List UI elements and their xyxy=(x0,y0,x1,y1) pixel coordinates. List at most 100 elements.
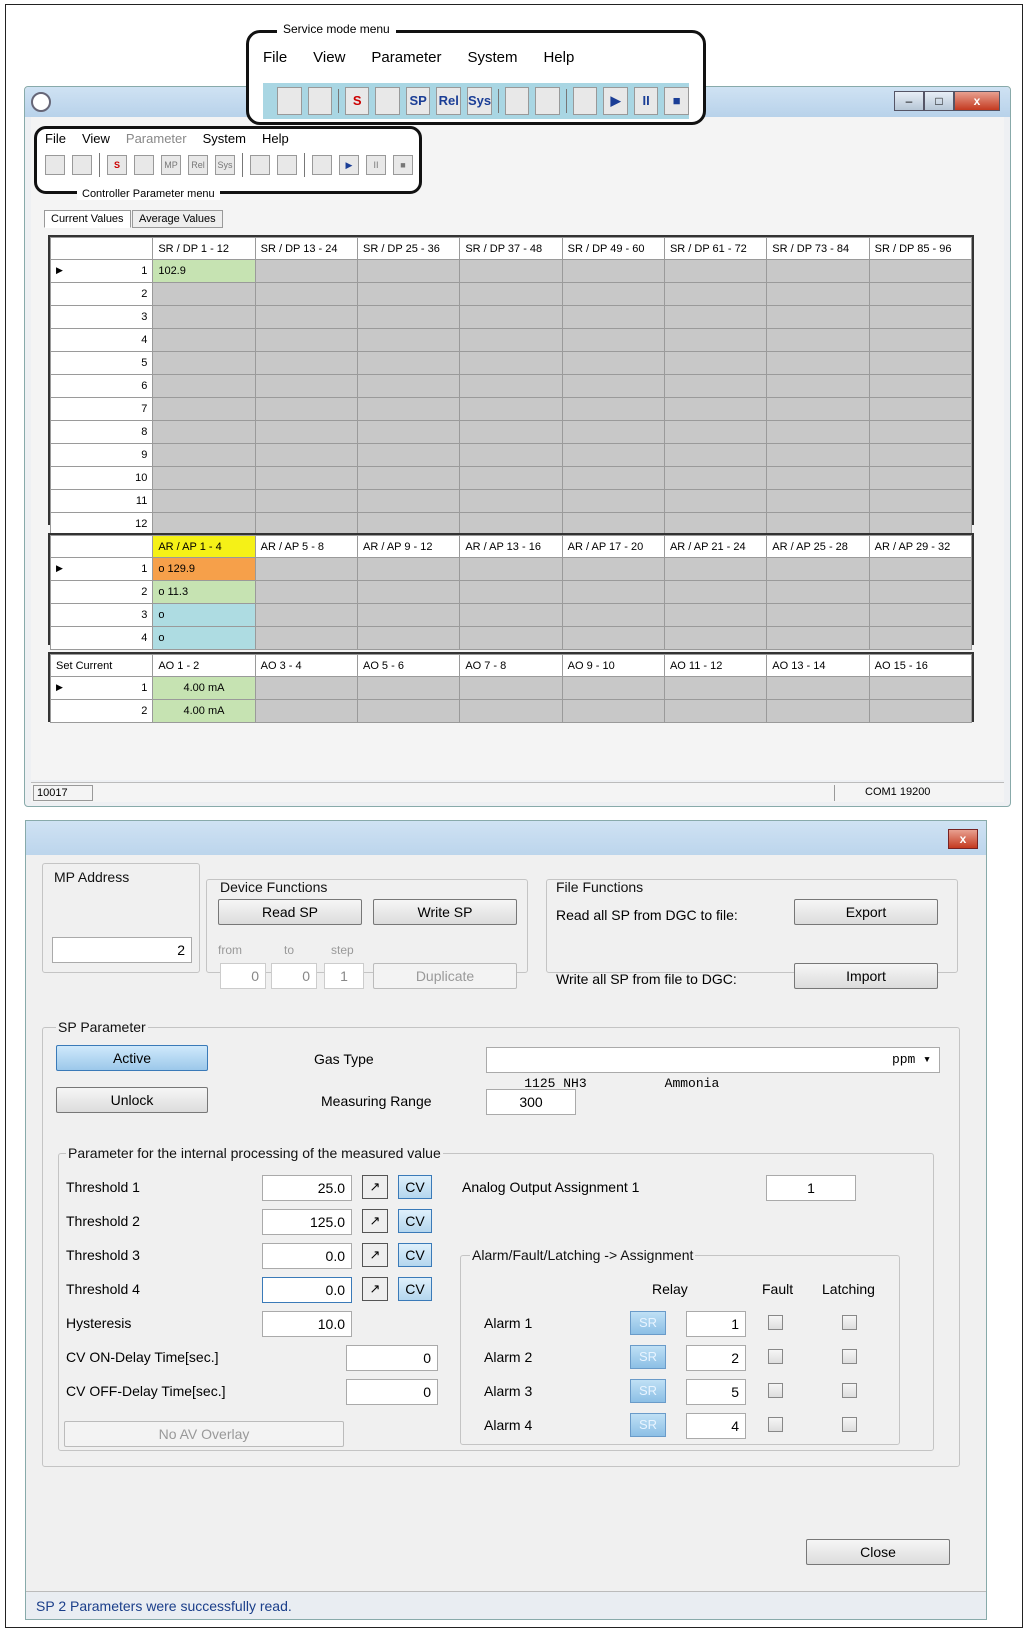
column-header[interactable]: SR / DP 37 - 48 xyxy=(459,237,563,260)
threshold-1-input[interactable]: 25.0 xyxy=(262,1175,352,1201)
column-header[interactable]: AO 11 - 12 xyxy=(663,654,768,677)
cv-button-4[interactable]: CV xyxy=(398,1277,432,1301)
connect-icon[interactable] xyxy=(277,87,302,115)
network-icon[interactable] xyxy=(134,155,154,175)
network-icon[interactable] xyxy=(375,87,400,115)
read-sp-button[interactable]: Read SP xyxy=(218,899,362,925)
menu-parameter[interactable]: Parameter xyxy=(126,131,187,146)
column-header[interactable]: AR / AP 1 - 4 xyxy=(152,535,256,558)
table-cell[interactable] xyxy=(663,259,768,283)
column-header[interactable]: AO 9 - 10 xyxy=(561,654,665,677)
arrow-icon[interactable]: ↗ xyxy=(362,1175,388,1199)
chart-icon[interactable] xyxy=(277,155,297,175)
column-header[interactable]: AO 13 - 14 xyxy=(766,654,870,677)
table-cell[interactable]: o 129.9 xyxy=(152,557,256,581)
table-cell[interactable]: 4.00 mA xyxy=(152,676,256,700)
no-av-overlay-button[interactable]: No AV Overlay xyxy=(64,1421,344,1447)
column-header[interactable]: AR / AP 17 - 20 xyxy=(561,535,665,558)
table-cell[interactable] xyxy=(561,259,665,283)
gear-icon[interactable] xyxy=(504,87,530,115)
sp-icon[interactable]: SP xyxy=(405,87,431,115)
column-header[interactable]: AR / AP 29 - 32 xyxy=(868,535,973,558)
play-icon[interactable]: ▶ xyxy=(339,155,359,175)
column-header[interactable]: SR / DP 49 - 60 xyxy=(561,237,665,260)
table-cell[interactable]: 102.9 xyxy=(152,259,256,283)
gas-type-select[interactable]: 1125 NH3 Ammonia ppm ▾ xyxy=(486,1047,940,1091)
close-button[interactable]: Close xyxy=(806,1539,950,1565)
table-cell[interactable]: o 11.3 xyxy=(152,580,256,604)
pause-icon[interactable]: II xyxy=(633,87,659,115)
table-cell[interactable] xyxy=(254,259,358,283)
column-header[interactable]: SR / DP 25 - 36 xyxy=(356,237,461,260)
column-header[interactable]: SR / DP 73 - 84 xyxy=(766,237,870,260)
mp-address-input[interactable]: 2 xyxy=(52,937,192,963)
column-header[interactable]: AO 1 - 2 xyxy=(152,654,256,677)
analog-output-input[interactable]: 1 xyxy=(766,1175,856,1201)
sr-button-4[interactable]: SR xyxy=(630,1413,666,1437)
table-cell[interactable]: 4.00 mA xyxy=(152,699,256,723)
pause-icon[interactable]: II xyxy=(366,155,386,175)
column-header[interactable]: SR / DP 1 - 12 xyxy=(152,237,256,260)
menu-view[interactable]: View xyxy=(82,131,110,146)
from-input[interactable]: 0 xyxy=(220,963,266,989)
measuring-range-input[interactable]: 300 xyxy=(486,1089,576,1115)
cv-off-delay-input[interactable]: 0 xyxy=(346,1379,438,1405)
sys-icon[interactable]: Sys xyxy=(215,155,235,175)
tab-current-values[interactable]: Current Values xyxy=(44,210,131,228)
table-cell[interactable]: o xyxy=(152,626,256,650)
menu-help[interactable]: Help xyxy=(262,131,289,146)
arrow-icon[interactable]: ↗ xyxy=(362,1243,388,1267)
close-button[interactable]: x xyxy=(954,91,1000,111)
mp-icon[interactable]: MP xyxy=(161,155,181,175)
latching-1-checkbox[interactable] xyxy=(842,1315,857,1330)
sr-button-1[interactable]: SR xyxy=(630,1311,666,1335)
column-header[interactable]: AO 7 - 8 xyxy=(459,654,563,677)
rel-icon[interactable]: Rel xyxy=(436,87,461,115)
close-icon[interactable]: x xyxy=(948,829,978,849)
play-icon[interactable]: ▶ xyxy=(603,87,628,115)
column-header[interactable]: SR / DP 85 - 96 xyxy=(868,237,973,260)
arrow-icon[interactable]: ↗ xyxy=(362,1277,388,1301)
cv-on-delay-input[interactable]: 0 xyxy=(346,1345,438,1371)
minimize-button[interactable]: – xyxy=(894,91,924,111)
tab-average-values[interactable]: Average Values xyxy=(132,210,223,228)
menu-system[interactable]: System xyxy=(203,131,246,146)
latching-3-checkbox[interactable] xyxy=(842,1383,857,1398)
import-button[interactable]: Import xyxy=(794,963,938,989)
stop-icon[interactable]: ■ xyxy=(393,155,413,175)
column-header[interactable]: AR / AP 9 - 12 xyxy=(356,535,461,558)
column-header[interactable]: AR / AP 13 - 16 xyxy=(459,535,563,558)
s-icon[interactable]: S xyxy=(344,87,370,115)
sr-button-3[interactable]: SR xyxy=(630,1379,666,1403)
table-cell[interactable]: o xyxy=(152,603,256,627)
duplicate-button[interactable]: Duplicate xyxy=(373,963,517,989)
cv-button-1[interactable]: CV xyxy=(398,1175,432,1199)
stop-icon[interactable]: ■ xyxy=(664,87,689,115)
column-header[interactable]: AR / AP 5 - 8 xyxy=(254,535,358,558)
fault-1-checkbox[interactable] xyxy=(768,1315,783,1330)
rel-icon[interactable]: Rel xyxy=(188,155,208,175)
column-header[interactable]: AO 3 - 4 xyxy=(254,654,358,677)
export-button[interactable]: Export xyxy=(794,899,938,925)
calculator-icon[interactable] xyxy=(312,155,332,175)
fault-4-checkbox[interactable] xyxy=(768,1417,783,1432)
column-header[interactable]: SR / DP 13 - 24 xyxy=(254,237,358,260)
sys-icon[interactable]: Sys xyxy=(466,87,493,115)
menu-system[interactable]: System xyxy=(467,49,517,66)
chart-icon[interactable] xyxy=(535,87,560,115)
unlock-button[interactable]: Unlock xyxy=(56,1087,208,1113)
column-header[interactable]: AR / AP 25 - 28 xyxy=(766,535,870,558)
column-header[interactable]: AO 5 - 6 xyxy=(356,654,461,677)
hysteresis-input[interactable]: 10.0 xyxy=(262,1311,352,1337)
table-cell[interactable] xyxy=(766,259,870,283)
active-button[interactable]: Active xyxy=(56,1045,208,1071)
table-cell[interactable] xyxy=(868,259,973,283)
menu-file[interactable]: File xyxy=(45,131,66,146)
threshold-3-input[interactable]: 0.0 xyxy=(262,1243,352,1269)
relay-2-input[interactable]: 2 xyxy=(686,1345,746,1371)
s-icon[interactable]: S xyxy=(107,155,127,175)
maximize-button[interactable]: □ xyxy=(924,91,954,111)
gear-icon[interactable] xyxy=(250,155,270,175)
table-cell[interactable] xyxy=(459,259,563,283)
menu-help[interactable]: Help xyxy=(543,49,574,66)
